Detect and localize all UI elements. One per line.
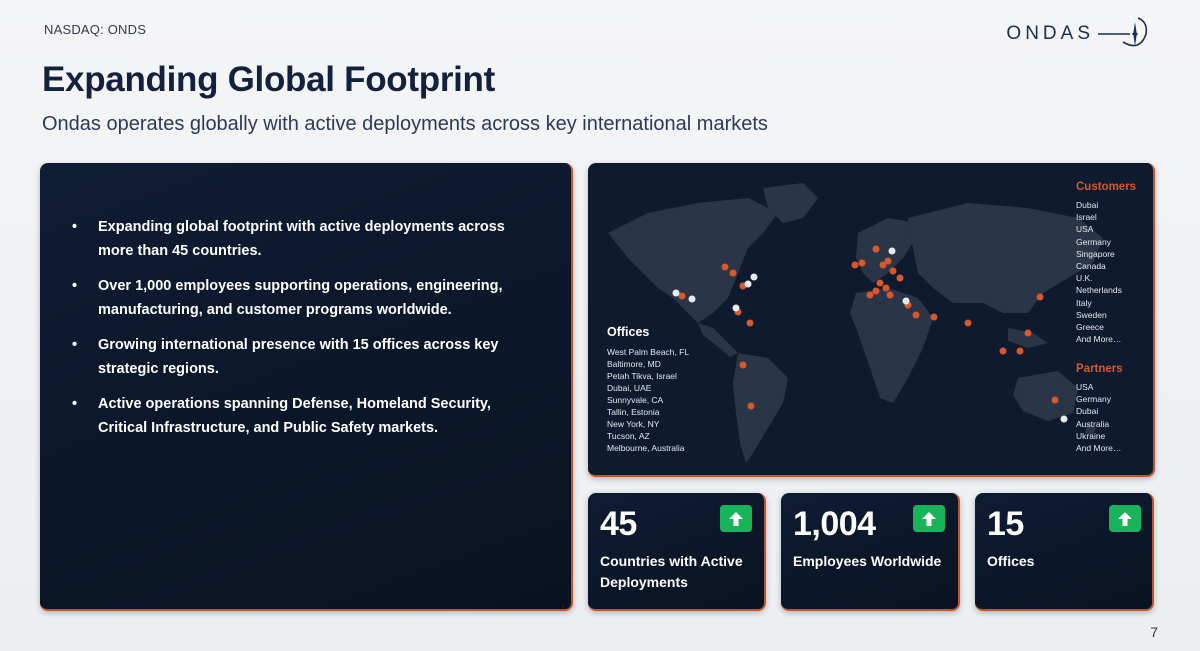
- offices-list: West Palm Beach, FL Baltimore, MD Petah …: [607, 346, 689, 454]
- partner-item: And More…: [1076, 443, 1122, 454]
- partners-title: Partners: [1076, 363, 1123, 375]
- offices-title: Offices: [607, 325, 650, 339]
- office-item: New York, NY: [607, 419, 660, 429]
- bullet-text: Expanding global footprint with active d…: [98, 219, 505, 259]
- customer-item: Germany: [1076, 236, 1111, 247]
- page-number: 7: [1150, 624, 1158, 640]
- customer-item: And More…: [1076, 334, 1122, 345]
- office-item: Tallin, Estonia: [607, 407, 660, 417]
- office-item: Petah Tikva, Israel: [607, 371, 677, 381]
- bullet-text: Growing international presence with 15 o…: [98, 337, 499, 377]
- stat-card-employees: 1,004 Employees Worldwide: [781, 493, 960, 611]
- bullet-item: • Over 1,000 employees supporting operati…: [72, 274, 532, 322]
- customer-item: Greece: [1076, 322, 1104, 333]
- highlights-panel: • Expanding global footprint with active …: [40, 163, 573, 611]
- partners-list-block: Partners USA Germany Dubai Australia Ukr…: [1076, 363, 1123, 454]
- office-item: Dubai, UAE: [607, 383, 652, 393]
- office-item: Melbourne, Australia: [607, 443, 685, 453]
- partner-item: Dubai: [1076, 406, 1099, 417]
- stat-card-countries: 45 Countries with Active Deployments: [588, 493, 766, 611]
- customer-item: U.K.: [1076, 273, 1093, 284]
- customer-item: Italy: [1076, 297, 1092, 308]
- partner-item: Australia: [1076, 418, 1110, 429]
- partner-item: USA: [1076, 382, 1094, 392]
- highlights-list: • Expanding global footprint with active …: [72, 215, 532, 451]
- bullet-dot-icon: •: [72, 337, 78, 353]
- stat-label: Offices: [987, 553, 1035, 569]
- customers-title: Customers: [1076, 181, 1137, 193]
- bullet-item: • Growing international presence with 15 …: [72, 333, 532, 381]
- partner-item: Germany: [1076, 394, 1111, 405]
- bullet-dot-icon: •: [72, 219, 78, 235]
- bullet-text: Active operations spanning Defense, Home…: [98, 396, 491, 436]
- customer-item: Sweden: [1076, 309, 1107, 320]
- office-item: Baltimore, MD: [607, 359, 661, 369]
- world-map-panel: Offices West Palm Beach, FL Baltimore, M…: [588, 163, 1155, 477]
- stat-card-offices: 15 Offices: [975, 493, 1154, 611]
- ticker-symbol: NASDAQ: ONDS: [44, 22, 147, 37]
- customer-item: Dubai: [1076, 200, 1099, 210]
- ondas-logo: ONDAS: [1006, 14, 1152, 54]
- customer-item: Israel: [1076, 212, 1097, 223]
- bullet-dot-icon: •: [72, 396, 78, 412]
- customers-list-block: Customers Dubai Israel USA Germany Singa…: [1076, 181, 1136, 345]
- stat-value: 15: [987, 505, 1024, 543]
- customer-item: Canada: [1076, 261, 1106, 272]
- stat-value: 45: [600, 505, 637, 543]
- bullet-item: • Expanding global footprint with active …: [72, 215, 532, 263]
- stat-label: Employees Worldwide: [793, 553, 942, 569]
- customer-item: Singapore: [1076, 248, 1115, 259]
- partner-item: Ukraine: [1076, 430, 1106, 441]
- stat-value: 1,004: [793, 505, 876, 543]
- customer-item: USA: [1076, 224, 1094, 235]
- slide-subtitle: Ondas operates globally with active depl…: [42, 113, 768, 135]
- offices-list-block: Offices West Palm Beach, FL Baltimore, M…: [607, 325, 689, 454]
- up-arrow-icon: [720, 505, 752, 532]
- bullet-item: • Active operations spanning Defense, Hom…: [72, 392, 532, 440]
- up-arrow-icon: [1109, 505, 1141, 532]
- office-item: Sunnyvale, CA: [607, 395, 664, 405]
- office-item: Tucson, AZ: [607, 431, 650, 441]
- star-swoosh-icon: [1098, 17, 1148, 47]
- stat-label: Countries with Active Deployments: [600, 553, 743, 590]
- bullet-text: Over 1,000 employees supporting operatio…: [98, 278, 503, 318]
- bullet-dot-icon: •: [72, 278, 78, 294]
- logo-text: ONDAS: [1006, 23, 1094, 44]
- up-arrow-icon: [913, 505, 945, 532]
- slide-title: Expanding Global Footprint: [42, 60, 495, 99]
- office-item: West Palm Beach, FL: [607, 347, 690, 357]
- customer-item: Netherlands: [1076, 285, 1122, 296]
